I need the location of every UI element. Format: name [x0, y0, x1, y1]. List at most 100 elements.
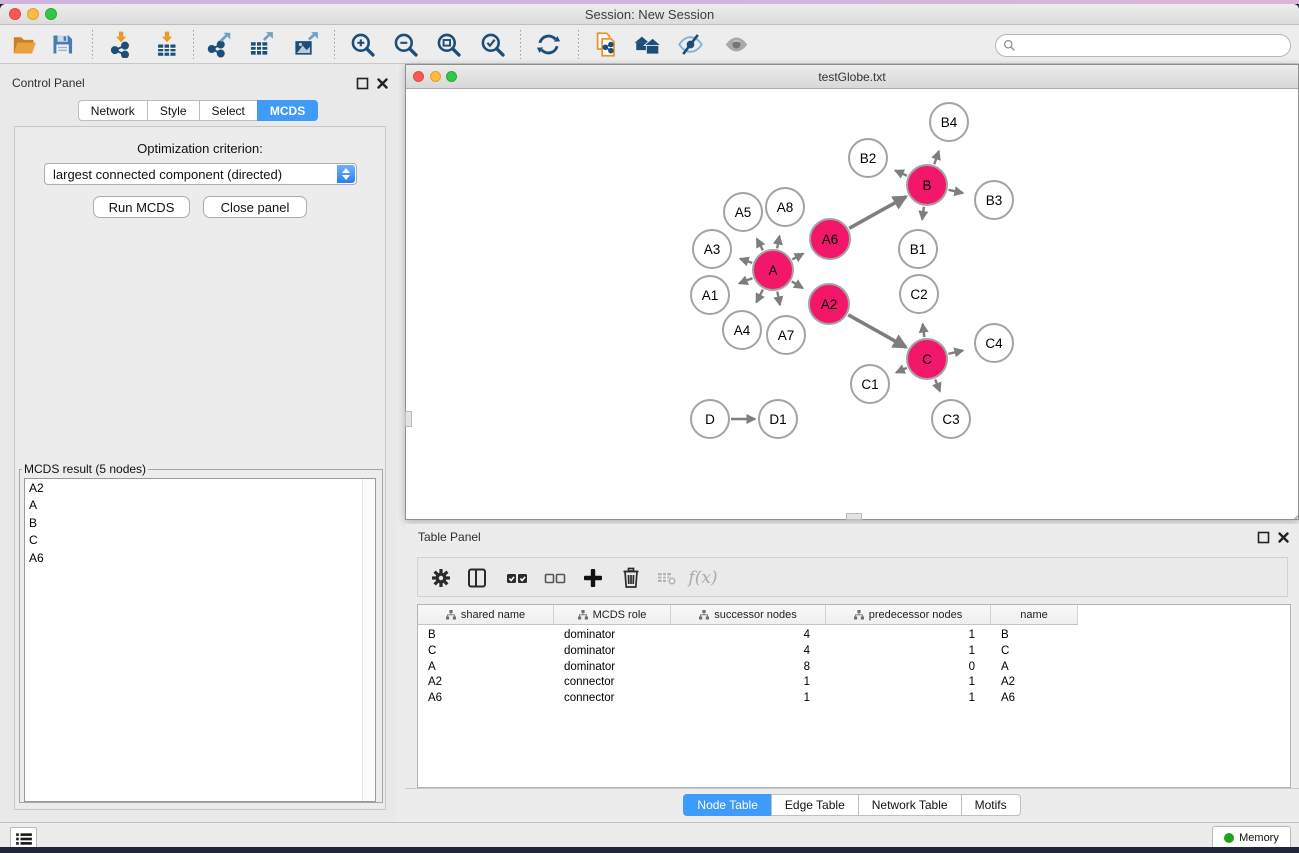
export-table-icon[interactable]: [244, 29, 276, 59]
mcds-result-item[interactable]: C: [25, 532, 375, 550]
tab-select[interactable]: Select: [199, 100, 257, 121]
svg-text:A2: A2: [821, 297, 838, 312]
add-column-icon[interactable]: [578, 564, 608, 592]
table-cell: C: [418, 643, 554, 659]
close-panel-button[interactable]: Close panel: [203, 196, 307, 218]
graph-node-A3[interactable]: A3: [693, 230, 731, 268]
graph-node-A6[interactable]: A6: [810, 219, 850, 259]
export-network-icon[interactable]: [202, 29, 234, 59]
graph-node-D[interactable]: D: [691, 400, 729, 438]
splitter-grip[interactable]: [846, 513, 862, 520]
graph-node-A8[interactable]: A8: [766, 188, 804, 226]
table-cell: 4: [671, 627, 826, 643]
export-image-icon[interactable]: [289, 29, 321, 59]
table-row-B[interactable]: Bdominator41B: [418, 627, 1290, 643]
graph-edge-A-A4: [756, 290, 763, 303]
zoom-selected-icon[interactable]: [476, 29, 508, 59]
optimization-criterion-label: Optimization criterion:: [15, 141, 385, 156]
delete-column-icon[interactable]: [616, 564, 646, 592]
graph-node-B3[interactable]: B3: [975, 181, 1013, 219]
select-all-icon[interactable]: [502, 564, 532, 592]
graph-node-B[interactable]: B: [907, 165, 947, 205]
tab-style[interactable]: Style: [147, 100, 199, 121]
hide-selected-icon[interactable]: [674, 29, 706, 59]
graph-node-A5[interactable]: A5: [724, 193, 762, 231]
task-history-button[interactable]: [10, 827, 37, 847]
zoom-fit-icon[interactable]: [432, 29, 464, 59]
graph-node-A2[interactable]: A2: [809, 284, 849, 324]
graph-node-B2[interactable]: B2: [849, 139, 887, 177]
tab-edge-table[interactable]: Edge Table: [771, 794, 858, 816]
graph-edge-A-A2: [792, 281, 803, 288]
save-session-icon[interactable]: [46, 29, 78, 59]
network-canvas[interactable]: B4 B2 B B3 A5A8A6 B1 A3 A C2 A1 A2 A4 A7 C4 C C1 C3 D D1: [406, 90, 1298, 519]
tab-motifs[interactable]: Motifs: [961, 794, 1021, 816]
show-all-icon[interactable]: [720, 29, 752, 59]
mcds-result-title: MCDS result (5 nodes): [22, 462, 148, 476]
mcds-result-item[interactable]: A6: [25, 549, 375, 567]
import-network-icon[interactable]: [104, 29, 136, 59]
zoom-in-icon[interactable]: [346, 29, 378, 59]
graph-node-C4[interactable]: C4: [975, 324, 1013, 362]
table-row-C[interactable]: Cdominator41C: [418, 643, 1290, 659]
graph-node-D1[interactable]: D1: [759, 400, 797, 438]
tab-mcds[interactable]: MCDS: [257, 100, 318, 121]
table-cell: 0: [826, 659, 991, 675]
column-header-MCDS-role[interactable]: MCDS role: [554, 605, 671, 625]
apply-layout-icon[interactable]: [532, 29, 564, 59]
run-mcds-button[interactable]: Run MCDS: [93, 196, 190, 218]
mcds-result-item[interactable]: B: [25, 514, 375, 532]
table-cell: dominator: [554, 659, 671, 675]
table-cell: 1: [826, 674, 991, 690]
tab-node-table[interactable]: Node Table: [683, 794, 771, 816]
svg-text:D: D: [705, 412, 715, 427]
table-row-A2[interactable]: A2connector11A2: [418, 674, 1290, 690]
graph-node-A1[interactable]: A1: [691, 276, 729, 314]
open-session-icon[interactable]: [8, 29, 40, 59]
column-header-name[interactable]: name: [991, 605, 1078, 625]
import-table-icon[interactable]: [150, 29, 182, 59]
table-cell: 1: [826, 627, 991, 643]
table-row-A[interactable]: Adominator80A: [418, 659, 1290, 675]
first-neighbors-icon[interactable]: [631, 29, 663, 59]
table-panel: Table Panel: [405, 524, 1299, 820]
graph-edge-C-C2: [923, 324, 925, 337]
close-panel-icon[interactable]: [1277, 531, 1290, 544]
optimization-criterion-select[interactable]: largest connected component (directed): [44, 163, 357, 185]
close-panel-icon[interactable]: [376, 77, 389, 90]
svg-text:C3: C3: [942, 412, 959, 427]
column-header-shared-name[interactable]: shared name: [418, 605, 554, 625]
memory-button[interactable]: Memory: [1212, 826, 1291, 847]
tab-network-table[interactable]: Network Table: [858, 794, 961, 816]
resize-grip-icon[interactable]: [1284, 505, 1298, 519]
graph-node-C1[interactable]: C1: [851, 365, 889, 403]
mcds-result-item[interactable]: A: [25, 497, 375, 515]
desktop-background-bottom: [0, 847, 1299, 853]
show-columns-icon[interactable]: [462, 564, 492, 592]
graph-node-B1[interactable]: B1: [899, 230, 937, 268]
graph-node-C2[interactable]: C2: [900, 275, 938, 313]
table-row-A6[interactable]: A6connector11A6: [418, 690, 1290, 706]
mcds-result-item[interactable]: A2: [25, 479, 375, 497]
graph-node-A4[interactable]: A4: [723, 311, 761, 349]
graph-node-C[interactable]: C: [907, 339, 947, 379]
graph-node-A7[interactable]: A7: [767, 316, 805, 354]
graph-node-C3[interactable]: C3: [932, 400, 970, 438]
search-input[interactable]: [1016, 35, 1290, 56]
float-panel-icon[interactable]: [356, 77, 369, 90]
column-header-predecessor-nodes[interactable]: predecessor nodes: [826, 605, 991, 625]
table-options-gear-icon[interactable]: [426, 564, 456, 592]
graph-node-B4[interactable]: B4: [930, 103, 968, 141]
column-header-successor-nodes[interactable]: successor nodes: [671, 605, 826, 625]
tab-network[interactable]: Network: [78, 100, 147, 121]
table-cell: A2: [991, 674, 1078, 690]
svg-text:A7: A7: [778, 328, 795, 343]
splitter-grip[interactable]: [405, 411, 412, 427]
float-panel-icon[interactable]: [1257, 531, 1270, 544]
graph-node-A[interactable]: A: [753, 250, 793, 290]
clone-network-icon[interactable]: [589, 29, 621, 59]
scrollbar-track[interactable]: [362, 479, 375, 801]
deselect-all-icon[interactable]: [540, 564, 570, 592]
zoom-out-icon[interactable]: [389, 29, 421, 59]
delete-table-icon[interactable]: [652, 564, 682, 592]
